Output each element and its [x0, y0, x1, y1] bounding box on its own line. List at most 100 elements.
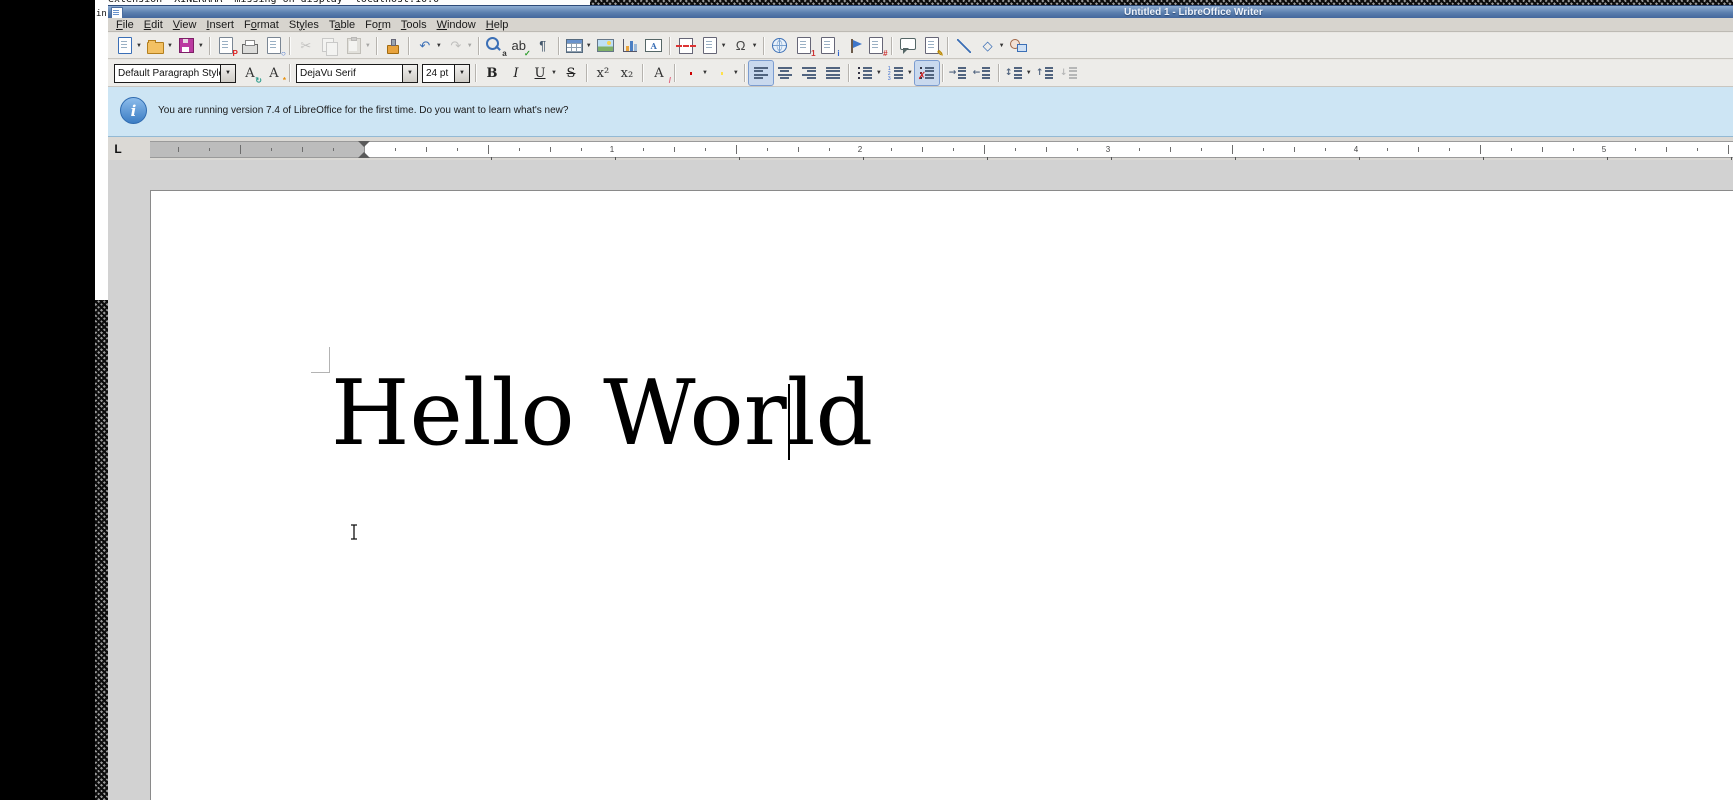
- menu-form[interactable]: Form: [360, 18, 396, 32]
- insert-special-character-button[interactable]: Ω▼: [729, 34, 760, 58]
- show-draw-functions-button[interactable]: [1007, 34, 1031, 58]
- print-button[interactable]: [238, 34, 262, 58]
- track-changes-button[interactable]: ✎: [920, 34, 944, 58]
- menu-styles[interactable]: Styles: [284, 18, 324, 32]
- italic-button[interactable]: I: [504, 61, 528, 85]
- insert-endnote-icon: i: [818, 36, 838, 56]
- font-color-button[interactable]: ▼: [679, 61, 710, 85]
- insert-special-character-dropdown[interactable]: ▼: [752, 43, 758, 49]
- paragraph-style-combo[interactable]: Default Paragraph Style▼: [114, 64, 236, 83]
- insert-hyperlink-button[interactable]: [768, 34, 792, 58]
- menu-edit[interactable]: Edit: [139, 18, 168, 32]
- insert-footnote-button[interactable]: 1: [792, 34, 816, 58]
- paste-dropdown[interactable]: ▼: [365, 43, 371, 49]
- ordered-list-button[interactable]: ▼: [884, 61, 915, 85]
- basic-shapes-dropdown[interactable]: ▼: [999, 43, 1005, 49]
- clear-formatting-button[interactable]: A/: [647, 61, 671, 85]
- insert-cross-reference-button[interactable]: #: [864, 34, 888, 58]
- strikethrough-button[interactable]: S: [559, 61, 583, 85]
- insert-endnote-button[interactable]: i: [816, 34, 840, 58]
- line-spacing-button[interactable]: ↕▼: [1003, 61, 1034, 85]
- increase-indent-button[interactable]: →: [947, 61, 971, 85]
- menu-format[interactable]: Format: [239, 18, 284, 32]
- horizontal-ruler[interactable]: 12345: [150, 141, 1733, 158]
- paragraph-style-value[interactable]: Default Paragraph Style: [115, 68, 220, 79]
- justified-button[interactable]: [821, 61, 845, 85]
- title-bar[interactable]: Untitled 1 - LibreOffice Writer: [108, 5, 1733, 18]
- font-size-value[interactable]: 24 pt: [423, 68, 454, 79]
- document-text[interactable]: Hello World: [331, 369, 873, 459]
- superscript-icon: x²: [593, 63, 613, 83]
- save-dropdown[interactable]: ▼: [198, 43, 204, 49]
- update-style-button[interactable]: A↻: [238, 61, 262, 85]
- undo-button[interactable]: ↶▼: [413, 34, 444, 58]
- align-left-button[interactable]: [749, 61, 773, 85]
- insert-field-dropdown[interactable]: ▼: [721, 43, 727, 49]
- insert-field-button[interactable]: ▼: [698, 34, 729, 58]
- menu-file[interactable]: File: [111, 18, 139, 32]
- line-spacing-dropdown[interactable]: ▼: [1026, 70, 1032, 76]
- font-color-dropdown[interactable]: ▼: [702, 70, 708, 76]
- insert-special-character-icon: Ω: [731, 36, 751, 56]
- formatting-marks-button[interactable]: ¶: [531, 34, 555, 58]
- find-and-replace-button[interactable]: a: [483, 34, 507, 58]
- document-page[interactable]: Hello World: [150, 190, 1733, 800]
- insert-text-box-button[interactable]: [642, 34, 666, 58]
- export-pdf-button[interactable]: P: [214, 34, 238, 58]
- ruler-tick: [1666, 147, 1667, 152]
- save-button[interactable]: ▼: [175, 34, 206, 58]
- menu-insert[interactable]: Insert: [201, 18, 239, 32]
- insert-page-break-button[interactable]: [674, 34, 698, 58]
- highlighting-color-button[interactable]: ▼: [710, 61, 741, 85]
- new-style-button[interactable]: A*: [262, 61, 286, 85]
- insert-image-button[interactable]: [594, 34, 618, 58]
- align-center-button[interactable]: [773, 61, 797, 85]
- subscript-button[interactable]: x₂: [615, 61, 639, 85]
- clone-formatting-button[interactable]: [381, 34, 405, 58]
- font-name-dropdown[interactable]: ▼: [402, 65, 417, 82]
- underline-dropdown[interactable]: ▼: [551, 70, 557, 76]
- open-button[interactable]: ▼: [144, 34, 175, 58]
- highlighting-color-dropdown[interactable]: ▼: [733, 70, 739, 76]
- font-name-combo[interactable]: DejaVu Serif▼: [296, 64, 418, 83]
- ordered-list-dropdown[interactable]: ▼: [907, 70, 913, 76]
- undo-dropdown[interactable]: ▼: [436, 43, 442, 49]
- redo-icon: ↷: [446, 36, 466, 56]
- font-size-combo[interactable]: 24 pt▼: [422, 64, 470, 83]
- spelling-button[interactable]: ab✓: [507, 34, 531, 58]
- unordered-list-button[interactable]: ▼: [853, 61, 884, 85]
- menu-help[interactable]: Help: [481, 18, 514, 32]
- new-document-button[interactable]: ▼: [113, 34, 144, 58]
- insert-chart-button[interactable]: [618, 34, 642, 58]
- increase-paragraph-spacing-button[interactable]: ↑: [1034, 61, 1058, 85]
- insert-line-button[interactable]: [952, 34, 976, 58]
- insert-table-button[interactable]: ▼: [563, 34, 594, 58]
- menu-window[interactable]: Window: [432, 18, 481, 32]
- insert-field-icon: [700, 36, 720, 56]
- open-dropdown[interactable]: ▼: [167, 43, 173, 49]
- font-size-dropdown[interactable]: ▼: [454, 65, 469, 82]
- insert-line-icon: [954, 36, 974, 56]
- paragraph-style-dropdown[interactable]: ▼: [220, 65, 235, 82]
- no-list-button[interactable]: [915, 61, 939, 85]
- align-right-button[interactable]: [797, 61, 821, 85]
- underline-button[interactable]: U▼: [528, 61, 559, 85]
- insert-comment-button[interactable]: [896, 34, 920, 58]
- indent-marker[interactable]: [358, 141, 371, 158]
- ruler-number: 2: [858, 145, 862, 154]
- decrease-indent-button[interactable]: ←: [971, 61, 995, 85]
- print-preview-button[interactable]: ○: [262, 34, 286, 58]
- redo-dropdown[interactable]: ▼: [467, 43, 473, 49]
- menu-tools[interactable]: Tools: [396, 18, 432, 32]
- bold-button[interactable]: B: [480, 61, 504, 85]
- unordered-list-dropdown[interactable]: ▼: [876, 70, 882, 76]
- new-document-dropdown[interactable]: ▼: [136, 43, 142, 49]
- insert-bookmark-button[interactable]: [840, 34, 864, 58]
- superscript-button[interactable]: x²: [591, 61, 615, 85]
- tab-stop-type-selector[interactable]: L: [110, 141, 126, 156]
- menu-table[interactable]: Table: [324, 18, 360, 32]
- font-name-value[interactable]: DejaVu Serif: [297, 68, 402, 79]
- basic-shapes-button[interactable]: ◇▼: [976, 34, 1007, 58]
- insert-table-dropdown[interactable]: ▼: [586, 43, 592, 49]
- menu-view[interactable]: View: [168, 18, 202, 32]
